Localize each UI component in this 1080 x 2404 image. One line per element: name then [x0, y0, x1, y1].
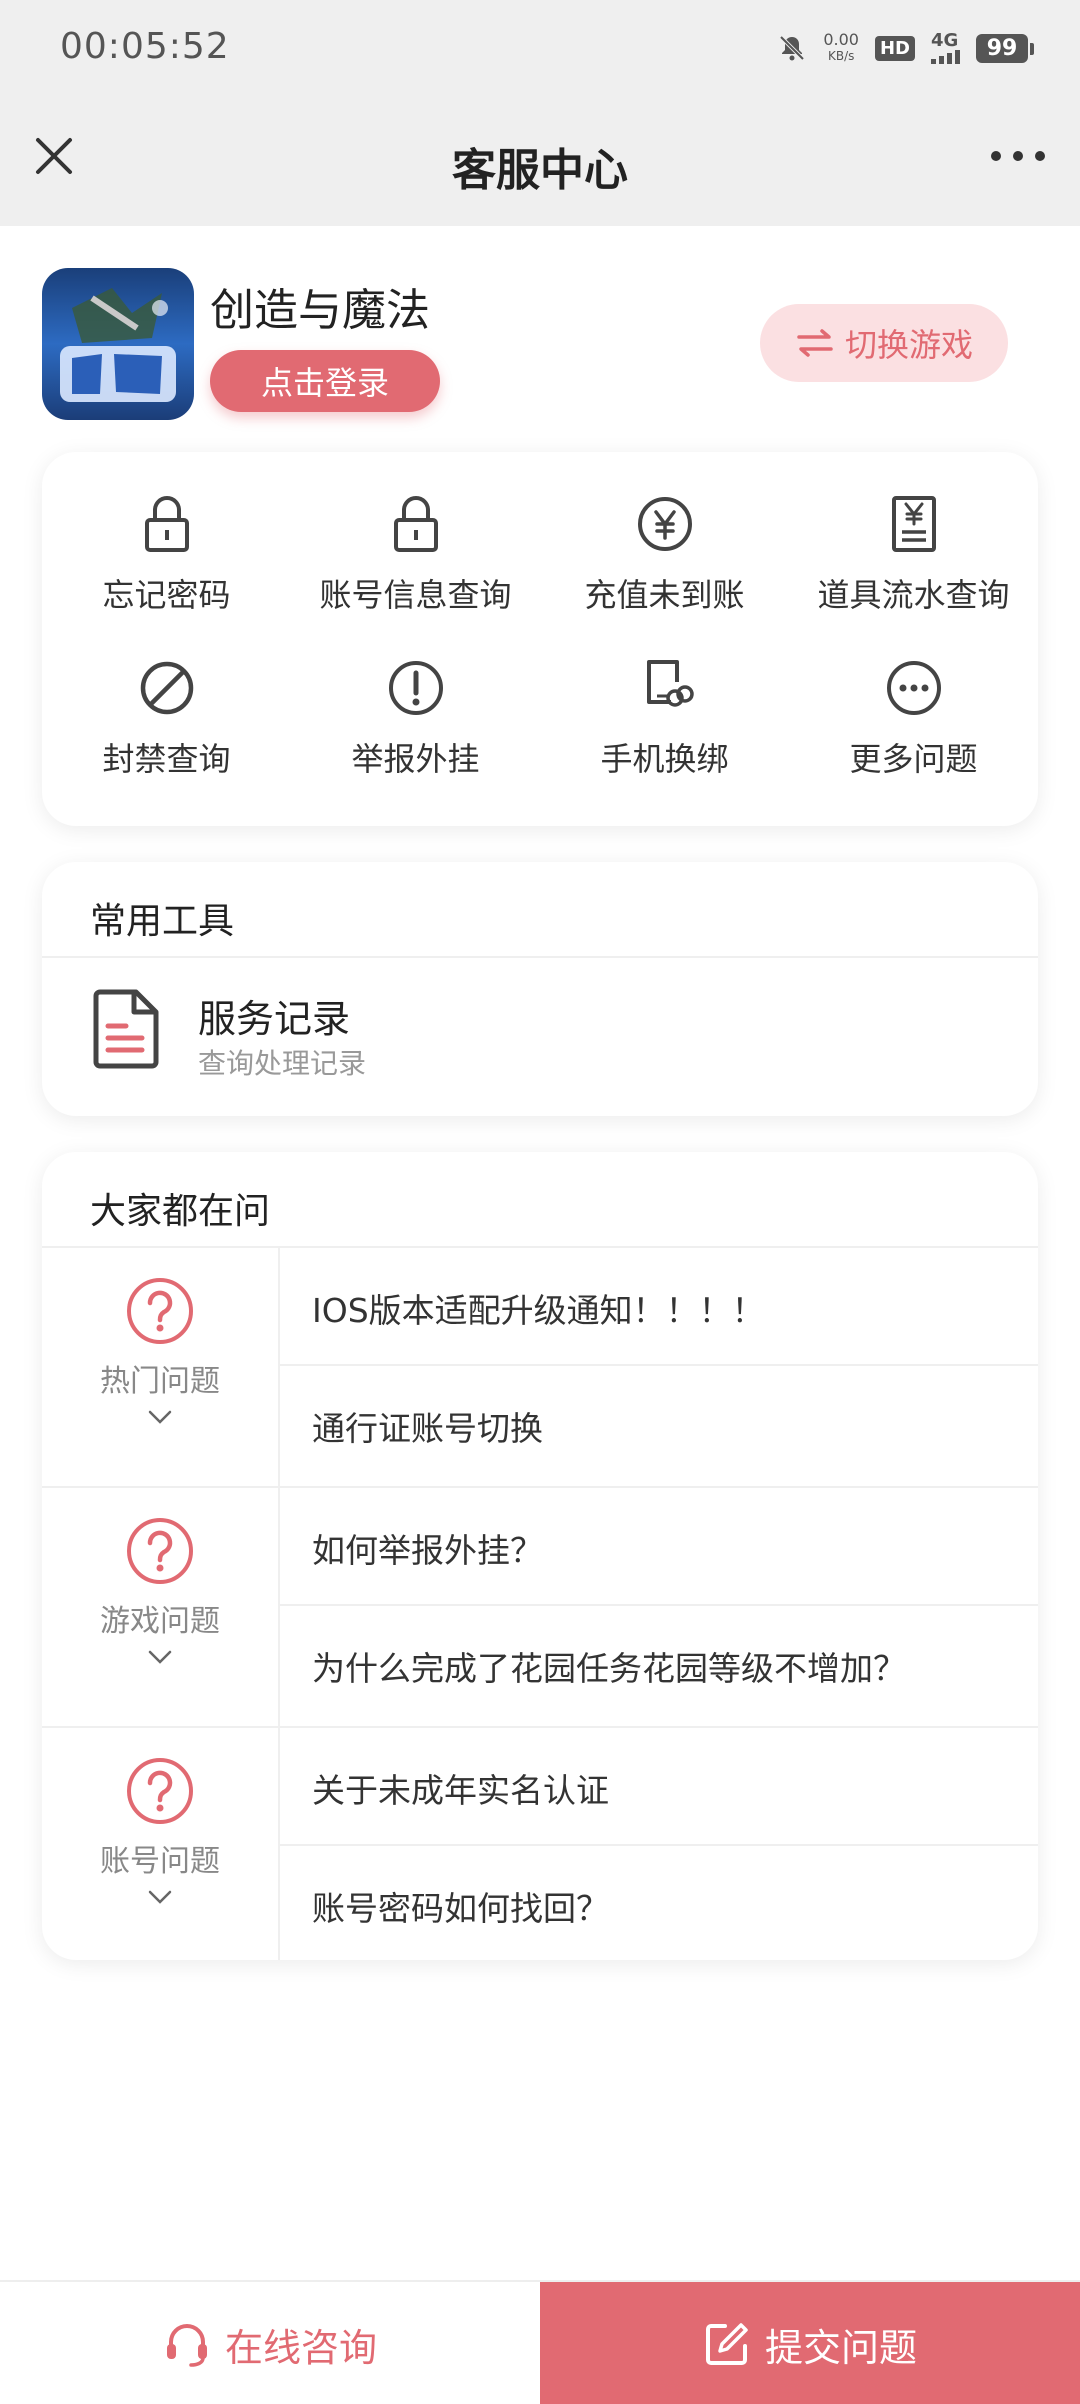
- divider: [280, 1364, 1038, 1366]
- faq-question[interactable]: 如何举报外挂？: [312, 1524, 1012, 1572]
- quick-account-info[interactable]: 账号信息查询: [291, 492, 540, 656]
- quick-forgot-password[interactable]: 忘记密码: [42, 492, 291, 656]
- divider: [278, 1248, 280, 1486]
- login-button[interactable]: 点击登录: [210, 350, 440, 412]
- bottom-bar: 在线咨询 提交问题: [0, 2280, 1080, 2404]
- switch-game-label: 切换游戏: [844, 326, 973, 364]
- alert-icon: [388, 661, 443, 715]
- yen-circle-icon: [637, 497, 692, 551]
- submit-label: 提交问题: [764, 2325, 917, 2370]
- faq-group-game: 游戏问题 如何举报外挂？ 为什么完成了花园任务花园等级不增加？: [42, 1488, 1038, 1726]
- faq-question[interactable]: IOS版本适配升级通知！！！！: [312, 1284, 1012, 1332]
- consult-label: 在线咨询: [224, 2325, 377, 2370]
- faq-question[interactable]: 为什么完成了花园任务花园等级不增加？: [312, 1642, 1012, 1690]
- lock-icon: [393, 496, 438, 552]
- hd-badge: HD: [874, 35, 915, 61]
- mute-bell-icon: [779, 35, 805, 61]
- faq-category-hot[interactable]: 热门问题: [42, 1248, 278, 1486]
- quick-phone-rebind[interactable]: 手机换绑: [540, 656, 789, 820]
- faq-group-hot: 热门问题 IOS版本适配升级通知！！！！ 通行证账号切换: [42, 1248, 1038, 1486]
- status-time: 00:05:52: [60, 26, 230, 67]
- quick-report-cheat[interactable]: 举报外挂: [291, 656, 540, 820]
- quick-recharge-missing[interactable]: 充值未到账: [540, 492, 789, 656]
- divider: [278, 1488, 280, 1726]
- faq-card: 大家都在问 热门问题 IOS版本适配升级通知！！！！ 通行证账号切换 游戏问题 …: [42, 1152, 1038, 1960]
- status-bar: 00:05:52 0.00 KB/s HD 4G 99: [0, 0, 1080, 96]
- faq-question[interactable]: 通行证账号切换: [312, 1402, 1012, 1450]
- game-logo: [42, 268, 194, 420]
- chevron-down-icon: [148, 1410, 172, 1424]
- faq-question[interactable]: 账号密码如何找回？: [312, 1882, 1012, 1930]
- question-icon: [127, 1278, 193, 1344]
- question-icon: [127, 1758, 193, 1824]
- faq-category-account[interactable]: 账号问题: [42, 1728, 278, 1960]
- quick-ban-query[interactable]: 封禁查询: [42, 656, 291, 820]
- online-consult-button[interactable]: 在线咨询: [0, 2282, 540, 2404]
- faq-question[interactable]: 关于未成年实名认证: [312, 1764, 1012, 1812]
- status-icons: 0.00 KB/s HD 4G 99: [777, 28, 1034, 68]
- battery-icon: 99: [976, 33, 1034, 63]
- faq-group-account: 账号问题 关于未成年实名认证 账号密码如何找回？: [42, 1728, 1038, 1960]
- tools-card: 常用工具 服务记录 查询处理记录: [42, 862, 1038, 1116]
- switch-game-button[interactable]: 切换游戏: [760, 304, 1008, 382]
- page-title: 客服中心: [452, 145, 628, 196]
- lock-icon: [144, 496, 189, 552]
- more-icon[interactable]: [986, 140, 1050, 172]
- signal-icon: 4G: [931, 32, 960, 64]
- document-icon: [93, 989, 159, 1069]
- tool-title: 服务记录: [198, 997, 351, 1041]
- divider: [280, 1844, 1038, 1846]
- phone-link-icon: [646, 660, 694, 707]
- chevron-down-icon: [148, 1650, 172, 1664]
- faq-category-game[interactable]: 游戏问题: [42, 1488, 278, 1726]
- yen-receipt-icon: [891, 496, 936, 552]
- edit-icon: [705, 2323, 748, 2365]
- header: 客服中心: [0, 96, 1080, 226]
- ban-icon: [140, 661, 193, 715]
- net-speed: 0.00 KB/s: [823, 30, 859, 64]
- chevron-down-icon: [148, 1890, 172, 1904]
- quick-more-questions[interactable]: 更多问题: [789, 656, 1038, 820]
- swap-icon: [797, 329, 833, 357]
- more-circle-icon: [886, 661, 941, 715]
- submit-question-button[interactable]: 提交问题: [540, 2282, 1080, 2404]
- faq-title: 大家都在问: [90, 1191, 271, 1232]
- service-record-item[interactable]: 服务记录 查询处理记录: [42, 958, 1038, 1116]
- tool-subtitle: 查询处理记录: [198, 1047, 367, 1080]
- quick-actions-card: 忘记密码 账号信息查询 充值未到账 道具流水查询 封禁查询 举报外挂 手机换绑 …: [42, 452, 1038, 826]
- question-icon: [127, 1518, 193, 1584]
- quick-item-flow[interactable]: 道具流水查询: [789, 492, 1038, 656]
- headset-icon: [166, 2324, 207, 2367]
- tools-title: 常用工具: [90, 901, 235, 942]
- game-name: 创造与魔法: [210, 285, 430, 336]
- divider: [280, 1604, 1038, 1606]
